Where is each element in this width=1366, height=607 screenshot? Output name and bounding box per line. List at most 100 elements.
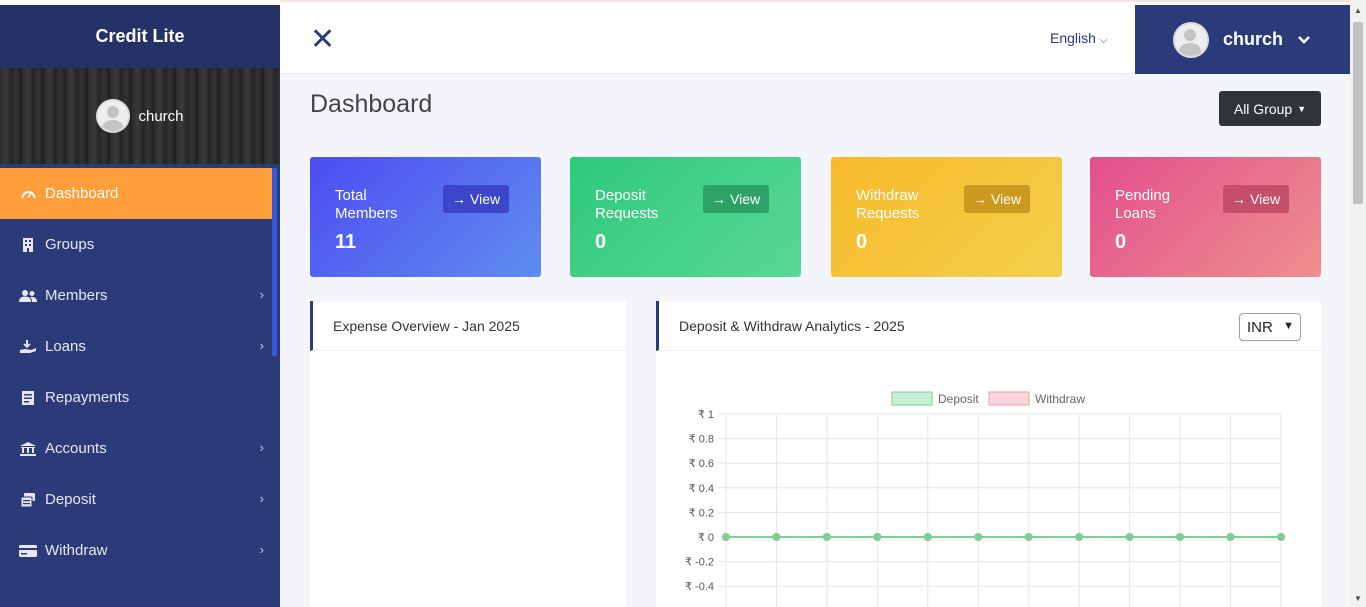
data-point-deposit bbox=[1024, 533, 1033, 541]
sidebar-item-dashboard[interactable]: Dashboard bbox=[0, 168, 272, 219]
sidebar-item-groups[interactable]: Groups bbox=[0, 219, 280, 270]
scroll-down-icon[interactable]: ▼ bbox=[1354, 594, 1362, 603]
data-point-deposit bbox=[1226, 533, 1235, 541]
panel-title: Expense Overview - Jan 2025 bbox=[333, 317, 520, 334]
main-content: Dashboard All Group ▼ Total Members 11 →… bbox=[280, 74, 1350, 607]
user-menu[interactable]: church bbox=[1135, 5, 1350, 74]
y-tick-label: ₹ 1 bbox=[698, 409, 714, 421]
stat-card-deposit-requests: Deposit Requests 0 → View bbox=[570, 157, 801, 277]
sidebar-item-label: Groups bbox=[45, 236, 95, 253]
dashboard-icon bbox=[19, 188, 37, 200]
data-point-deposit bbox=[923, 533, 932, 541]
y-tick-label: ₹ -0.2 bbox=[685, 557, 714, 569]
sidebar-item-members[interactable]: Members › bbox=[0, 270, 280, 321]
legend-label: Deposit bbox=[938, 392, 979, 406]
stat-card-pending-loans: Pending Loans 0 → View bbox=[1090, 157, 1321, 277]
view-label: View bbox=[1250, 191, 1281, 207]
y-tick-label: ₹ 0.8 bbox=[689, 434, 714, 446]
top-header: ✕ English ⌵ church bbox=[280, 5, 1350, 74]
y-tick-label: ₹ 0 bbox=[698, 532, 714, 544]
view-label: View bbox=[991, 191, 1022, 207]
language-selector[interactable]: English ⌵ bbox=[1050, 30, 1107, 46]
stat-card-label: Total Members bbox=[335, 187, 398, 222]
sidebar-profile: church bbox=[0, 68, 280, 164]
hand-coin-icon bbox=[19, 339, 37, 354]
sidebar-item-withdraw[interactable]: Withdraw › bbox=[0, 525, 280, 576]
data-point-deposit bbox=[974, 533, 983, 541]
stat-card-value: 0 bbox=[856, 231, 868, 253]
y-tick-label: ₹ 0.2 bbox=[689, 507, 714, 519]
chevron-down-icon: ⌵ bbox=[1099, 35, 1108, 46]
sidebar-user-name: church bbox=[138, 107, 184, 125]
panel-header: Deposit & Withdraw Analytics - 2025 bbox=[656, 301, 1321, 351]
bank-icon bbox=[19, 441, 37, 456]
sidebar-item-label: Withdraw bbox=[45, 542, 108, 559]
caret-down-icon: ▼ bbox=[1297, 103, 1307, 114]
sidebar: Credit Lite church Dashboard Groups Memb… bbox=[0, 5, 280, 607]
window-scrollbar[interactable]: ▲ ▼ bbox=[1350, 0, 1366, 607]
chevron-right-icon: › bbox=[259, 338, 264, 353]
receipt-icon bbox=[19, 390, 37, 405]
chevron-right-icon: › bbox=[259, 491, 264, 506]
avatar bbox=[1173, 21, 1209, 58]
data-point-deposit bbox=[822, 533, 831, 541]
data-point-deposit bbox=[722, 533, 730, 541]
currency-select[interactable]: INR ▼ bbox=[1239, 313, 1301, 341]
app-brand[interactable]: Credit Lite bbox=[0, 5, 280, 68]
scroll-up-icon[interactable]: ▲ bbox=[1354, 6, 1362, 15]
building-icon bbox=[19, 237, 37, 252]
group-filter-button[interactable]: All Group ▼ bbox=[1219, 91, 1321, 126]
analytics-chart: ₹ 1 ₹ 0.8 ₹ 0.6 ₹ 0.4 ₹ 0.2 ₹ 0 ₹ -0.2 ₹ -0.4 De… bbox=[685, 391, 1285, 607]
view-button[interactable]: → View bbox=[1223, 185, 1290, 213]
data-point-deposit bbox=[1125, 533, 1134, 541]
stat-card-label: Deposit Requests bbox=[595, 187, 659, 222]
data-point-deposit bbox=[1277, 533, 1285, 541]
stat-card-value: 0 bbox=[1115, 231, 1127, 253]
sidebar-item-loans[interactable]: Loans › bbox=[0, 321, 280, 372]
sidebar-item-label: Repayments bbox=[45, 389, 130, 406]
data-point-deposit bbox=[772, 533, 781, 541]
header-user-name: church bbox=[1223, 29, 1284, 49]
stat-card-label: Withdraw Requests bbox=[856, 187, 920, 222]
panel-header: Expense Overview - Jan 2025 bbox=[310, 301, 626, 351]
sidebar-item-label: Deposit bbox=[45, 491, 96, 508]
group-filter-label: All Group bbox=[1233, 100, 1293, 117]
sidebar-item-label: Loans bbox=[45, 338, 86, 355]
y-tick-label: ₹ 0.4 bbox=[689, 483, 714, 495]
chevron-down-icon bbox=[1298, 35, 1310, 44]
avatar bbox=[96, 99, 131, 133]
chevron-down-icon: ▼ bbox=[1283, 320, 1294, 332]
scrollbar-thumb[interactable] bbox=[1353, 22, 1363, 204]
close-icon[interactable]: ✕ bbox=[310, 25, 335, 55]
y-tick-label: ₹ -0.4 bbox=[685, 581, 714, 593]
sidebar-item-accounts[interactable]: Accounts › bbox=[0, 423, 280, 474]
chevron-right-icon: › bbox=[259, 287, 264, 302]
data-point-deposit bbox=[1075, 533, 1084, 541]
legend-label: Withdraw bbox=[1035, 392, 1085, 406]
sidebar-item-repayments[interactable]: Repayments bbox=[0, 372, 280, 423]
money-stack-icon bbox=[19, 492, 37, 507]
legend-swatch bbox=[891, 391, 933, 406]
view-label: View bbox=[470, 191, 501, 207]
stat-card-label: Pending Loans bbox=[1115, 187, 1171, 222]
stat-card-value: 0 bbox=[595, 231, 607, 253]
view-button[interactable]: → View bbox=[703, 185, 770, 213]
view-button[interactable]: → View bbox=[443, 185, 510, 213]
arrow-right-icon: → bbox=[712, 191, 726, 207]
analytics-panel: Deposit & Withdraw Analytics - 2025 INR … bbox=[656, 301, 1321, 607]
stat-card-total-members: Total Members 11 → View bbox=[310, 157, 541, 277]
sidebar-item-label: Accounts bbox=[45, 440, 107, 457]
arrow-right-icon: → bbox=[452, 191, 466, 207]
arrow-right-icon: → bbox=[1232, 191, 1246, 207]
stat-card-value: 11 bbox=[335, 231, 357, 253]
sidebar-item-label: Dashboard bbox=[45, 185, 119, 202]
language-label: English bbox=[1050, 30, 1096, 46]
app-title: Credit Lite bbox=[95, 26, 185, 46]
sidebar-nav: Dashboard Groups Members › Loans › Repay… bbox=[0, 164, 280, 576]
sidebar-item-deposit[interactable]: Deposit › bbox=[0, 474, 280, 525]
y-tick-label: ₹ 0.6 bbox=[689, 458, 714, 470]
view-button[interactable]: → View bbox=[964, 185, 1031, 213]
data-point-deposit bbox=[873, 533, 882, 541]
legend-swatch bbox=[988, 391, 1030, 406]
expense-overview-panel: Expense Overview - Jan 2025 bbox=[310, 301, 626, 607]
